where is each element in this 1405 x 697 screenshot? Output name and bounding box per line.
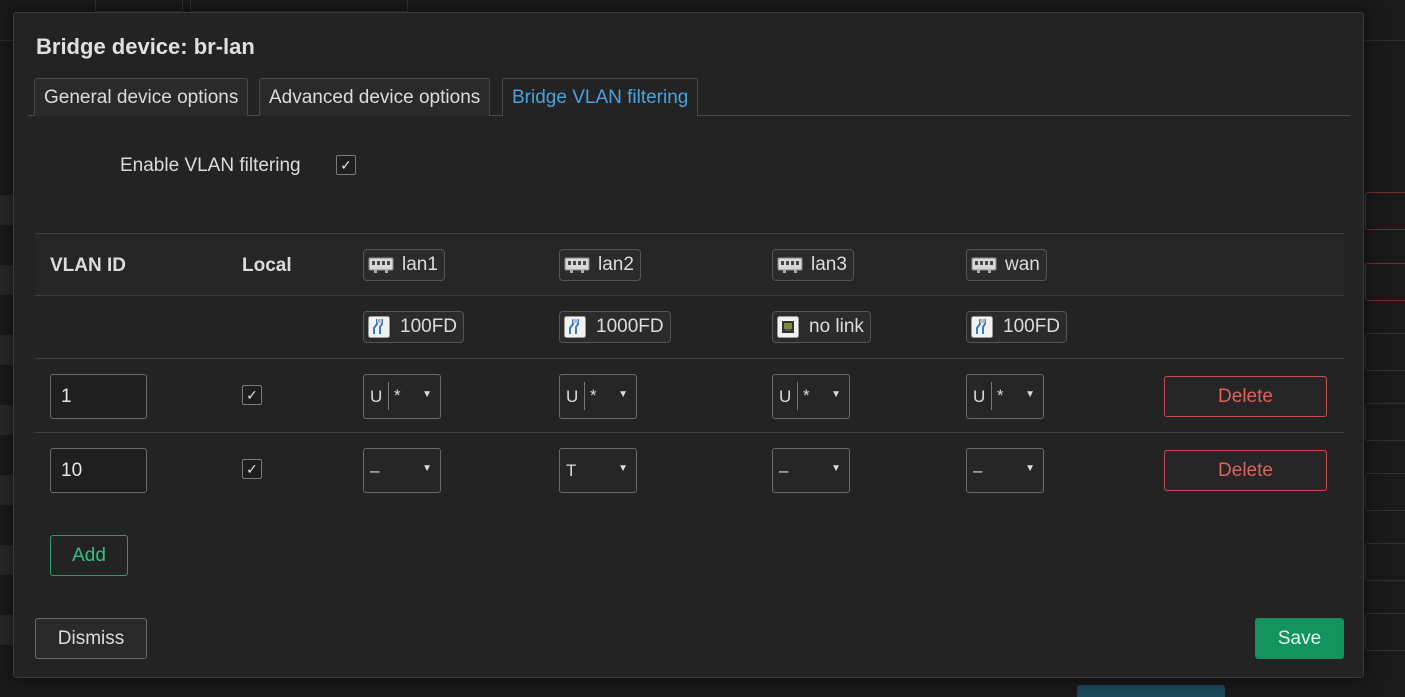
port-membership-select-wan[interactable]: – ▼	[966, 448, 1044, 493]
chevron-down-icon: ▼	[831, 463, 841, 474]
ethernet-port-icon	[564, 255, 590, 275]
primary-vlan-flag: *	[997, 386, 1004, 405]
port-name: lan2	[598, 254, 634, 275]
membership-mode: –	[779, 461, 789, 480]
primary-vlan-flag: *	[803, 386, 810, 405]
background-element	[0, 265, 14, 295]
link-speed: 1000FD	[596, 316, 664, 337]
background-element	[1365, 263, 1405, 301]
background-element	[190, 0, 408, 12]
background-element	[1365, 543, 1405, 581]
vlan-id-input[interactable]: 1	[50, 374, 147, 419]
link-speed: 100FD	[400, 316, 458, 337]
background-element	[0, 475, 14, 505]
chevron-down-icon: ▼	[618, 463, 628, 474]
link-speed: no link	[809, 316, 864, 337]
divider	[797, 382, 798, 410]
background-element	[95, 0, 183, 12]
modal-title: Bridge device: br-lan	[36, 34, 255, 59]
link-status-lan1: 100FD	[363, 311, 465, 343]
port-membership-select-lan2[interactable]: T ▼	[559, 448, 637, 493]
divider	[388, 382, 389, 410]
ethernet-connected-icon	[368, 316, 390, 338]
chevron-down-icon: ▼	[422, 389, 432, 400]
tab-general-device-options[interactable]: General device options	[34, 78, 249, 116]
tab-advanced-device-options[interactable]: Advanced device options	[259, 78, 491, 116]
chevron-down-icon: ▼	[422, 463, 432, 474]
ethernet-port-icon	[971, 255, 997, 275]
save-button[interactable]: Save	[1255, 618, 1344, 659]
local-checkbox[interactable]: ✓	[242, 459, 262, 479]
background-element	[1365, 473, 1405, 511]
background-element	[1365, 613, 1405, 651]
chevron-down-icon: ▼	[831, 389, 841, 400]
port-membership-select-lan2[interactable]: U * ▼	[559, 374, 637, 419]
port-membership-select-lan1[interactable]: – ▼	[363, 448, 441, 493]
add-vlan-button[interactable]: Add	[50, 535, 128, 576]
link-status-lan3: no link	[772, 311, 871, 343]
background-element	[1365, 192, 1405, 230]
column-header-local: Local	[242, 255, 292, 276]
background-element	[1365, 333, 1405, 371]
table-header-row: VLAN ID Local lan1 lan2 lan3 wan	[35, 233, 1344, 295]
membership-mode: –	[370, 461, 380, 480]
enable-vlan-filtering-checkbox[interactable]: ✓	[336, 155, 356, 175]
background-element	[1365, 403, 1405, 441]
link-speed: 100FD	[1003, 316, 1061, 337]
background-element	[0, 545, 14, 575]
port-membership-select-lan1[interactable]: U * ▼	[363, 374, 441, 419]
port-header-lan3: lan3	[772, 249, 854, 281]
chevron-down-icon: ▼	[1025, 389, 1035, 400]
delete-vlan-button[interactable]: Delete	[1164, 376, 1327, 417]
tab-bar: General device options Advanced device o…	[28, 78, 1350, 117]
link-status-wan: 100FD	[966, 311, 1068, 343]
primary-vlan-flag: *	[590, 386, 597, 405]
local-checkbox[interactable]: ✓	[242, 385, 262, 405]
background-button	[1077, 685, 1225, 697]
ethernet-connected-icon	[971, 316, 993, 338]
ethernet-disconnected-icon	[777, 316, 799, 338]
table-row: 10 ✓ – ▼ T ▼ – ▼ – ▼ Delete	[35, 432, 1344, 506]
port-header-lan2: lan2	[559, 249, 641, 281]
port-header-lan1: lan1	[363, 249, 445, 281]
membership-mode: –	[973, 461, 983, 480]
bridge-device-modal: Bridge device: br-lan General device opt…	[13, 12, 1364, 678]
vlan-id-input[interactable]: 10	[50, 448, 147, 493]
ethernet-connected-icon	[564, 316, 586, 338]
background-element	[0, 615, 14, 645]
chevron-down-icon: ▼	[1025, 463, 1035, 474]
port-name: wan	[1005, 254, 1040, 275]
link-status-lan2: 1000FD	[559, 311, 671, 343]
membership-mode: U	[370, 387, 383, 406]
background-element	[0, 335, 14, 365]
port-name: lan1	[402, 254, 438, 275]
link-status-row: 100FD 1000FD no link 100FD	[35, 295, 1344, 358]
background-element	[0, 195, 14, 225]
ethernet-port-icon	[368, 255, 394, 275]
tab-bridge-vlan-filtering[interactable]: Bridge VLAN filtering	[502, 78, 699, 117]
delete-vlan-button[interactable]: Delete	[1164, 450, 1327, 491]
membership-mode: U	[973, 387, 986, 406]
membership-mode: U	[566, 387, 579, 406]
background-element	[0, 405, 14, 435]
enable-vlan-filtering-label: Enable VLAN filtering	[120, 155, 301, 176]
port-header-wan: wan	[966, 249, 1047, 281]
ethernet-port-icon	[777, 255, 803, 275]
primary-vlan-flag: *	[394, 386, 401, 405]
divider	[991, 382, 992, 410]
membership-mode: U	[779, 387, 792, 406]
chevron-down-icon: ▼	[618, 389, 628, 400]
dismiss-button[interactable]: Dismiss	[35, 618, 147, 659]
column-header-vlan-id: VLAN ID	[50, 255, 126, 276]
port-membership-select-wan[interactable]: U * ▼	[966, 374, 1044, 419]
membership-mode: T	[566, 461, 577, 480]
port-membership-select-lan3[interactable]: – ▼	[772, 448, 850, 493]
table-row: 1 ✓ U * ▼ U * ▼ U * ▼ U * ▼ Delete	[35, 358, 1344, 432]
port-name: lan3	[811, 254, 847, 275]
divider	[584, 382, 585, 410]
port-membership-select-lan3[interactable]: U * ▼	[772, 374, 850, 419]
